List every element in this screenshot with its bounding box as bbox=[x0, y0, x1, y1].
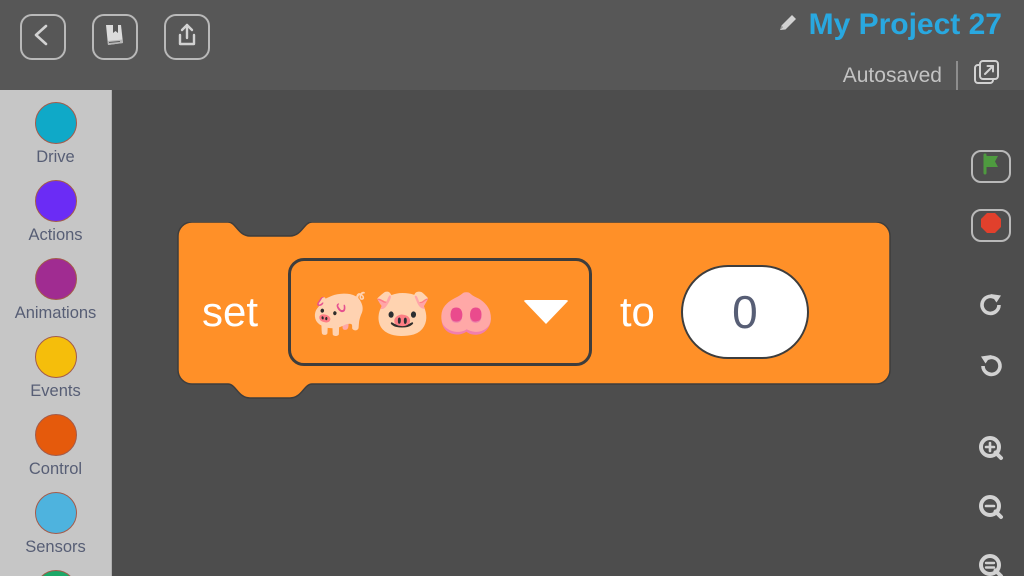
category-color-dot bbox=[34, 414, 77, 456]
workspace-controls-toolbar bbox=[958, 90, 1024, 576]
share-button[interactable] bbox=[164, 14, 210, 60]
app-root: My Project 27 Autosaved Drive Actions An… bbox=[0, 0, 1024, 576]
autosave-area: Autosaved bbox=[843, 58, 1002, 93]
category-color-dot bbox=[34, 492, 77, 534]
green-flag-icon bbox=[979, 152, 1003, 181]
category-color-dot bbox=[34, 336, 77, 378]
sidebar-item-sensors[interactable]: Sensors bbox=[0, 492, 111, 570]
zoom-reset-icon bbox=[977, 552, 1005, 576]
category-color-dot bbox=[34, 258, 77, 300]
zoom-in-button[interactable] bbox=[971, 434, 1011, 467]
sidebar-item-actions[interactable]: Actions bbox=[0, 180, 111, 258]
zoom-out-icon bbox=[977, 493, 1005, 526]
sidebar-item-operators[interactable] bbox=[0, 570, 111, 576]
zoom-reset-button[interactable] bbox=[971, 552, 1011, 576]
category-color-dot bbox=[34, 102, 77, 144]
pig-nose-emoji-icon: 🐽 bbox=[437, 286, 495, 338]
undo-button[interactable] bbox=[971, 351, 1011, 386]
project-title-area[interactable]: My Project 27 bbox=[777, 8, 1002, 42]
value-input[interactable]: 0 bbox=[680, 265, 809, 359]
tutorials-button[interactable] bbox=[92, 14, 138, 60]
toolbar-divider bbox=[956, 60, 958, 91]
back-arrow-icon bbox=[30, 22, 56, 53]
redo-button[interactable] bbox=[971, 290, 1011, 325]
set-variable-block[interactable]: set 🐖 🐷 🐽 to 0 bbox=[170, 222, 900, 404]
category-color-dot bbox=[34, 180, 77, 222]
block-workspace-canvas[interactable]: set 🐖 🐷 🐽 to 0 bbox=[112, 90, 1024, 576]
sidebar-item-label: Events bbox=[30, 382, 81, 400]
redo-icon bbox=[976, 290, 1006, 325]
sidebar-item-animations[interactable]: Animations bbox=[0, 258, 111, 336]
variable-dropdown[interactable]: 🐖 🐷 🐽 bbox=[288, 258, 592, 366]
stop-octagon-icon bbox=[979, 211, 1003, 240]
pig-emoji-icon: 🐖 bbox=[311, 286, 369, 338]
zoom-out-button[interactable] bbox=[971, 493, 1011, 526]
stop-all-button[interactable] bbox=[971, 209, 1011, 242]
sidebar-item-label: Sensors bbox=[25, 538, 86, 556]
start-green-flag-button[interactable] bbox=[971, 150, 1011, 183]
category-color-dot bbox=[34, 570, 77, 576]
sidebar-item-label: Control bbox=[28, 460, 83, 478]
chevron-down-icon[interactable] bbox=[522, 300, 569, 324]
sidebar-item-label: Drive bbox=[36, 148, 75, 166]
sidebar-item-label: Animations bbox=[14, 304, 97, 322]
sidebar-item-drive[interactable]: Drive bbox=[0, 102, 111, 180]
value-input-text: 0 bbox=[732, 286, 758, 338]
project-title[interactable]: My Project 27 bbox=[809, 8, 1002, 42]
undo-icon bbox=[976, 351, 1006, 386]
pencil-icon bbox=[777, 12, 799, 39]
share-export-icon bbox=[174, 22, 200, 53]
pig-face-emoji-icon: 🐷 bbox=[374, 286, 432, 338]
back-button[interactable] bbox=[20, 14, 66, 60]
open-external-button[interactable] bbox=[972, 58, 1002, 93]
save-status-label: Autosaved bbox=[842, 63, 942, 87]
category-sidebar[interactable]: Drive Actions Animations Events Control … bbox=[0, 90, 112, 576]
book-icon bbox=[101, 21, 129, 54]
sidebar-item-label: Actions bbox=[28, 226, 83, 244]
top-toolbar: My Project 27 Autosaved bbox=[0, 0, 1024, 93]
zoom-in-icon bbox=[977, 434, 1005, 467]
sidebar-item-control[interactable]: Control bbox=[0, 414, 111, 492]
sidebar-item-events[interactable]: Events bbox=[0, 336, 111, 414]
